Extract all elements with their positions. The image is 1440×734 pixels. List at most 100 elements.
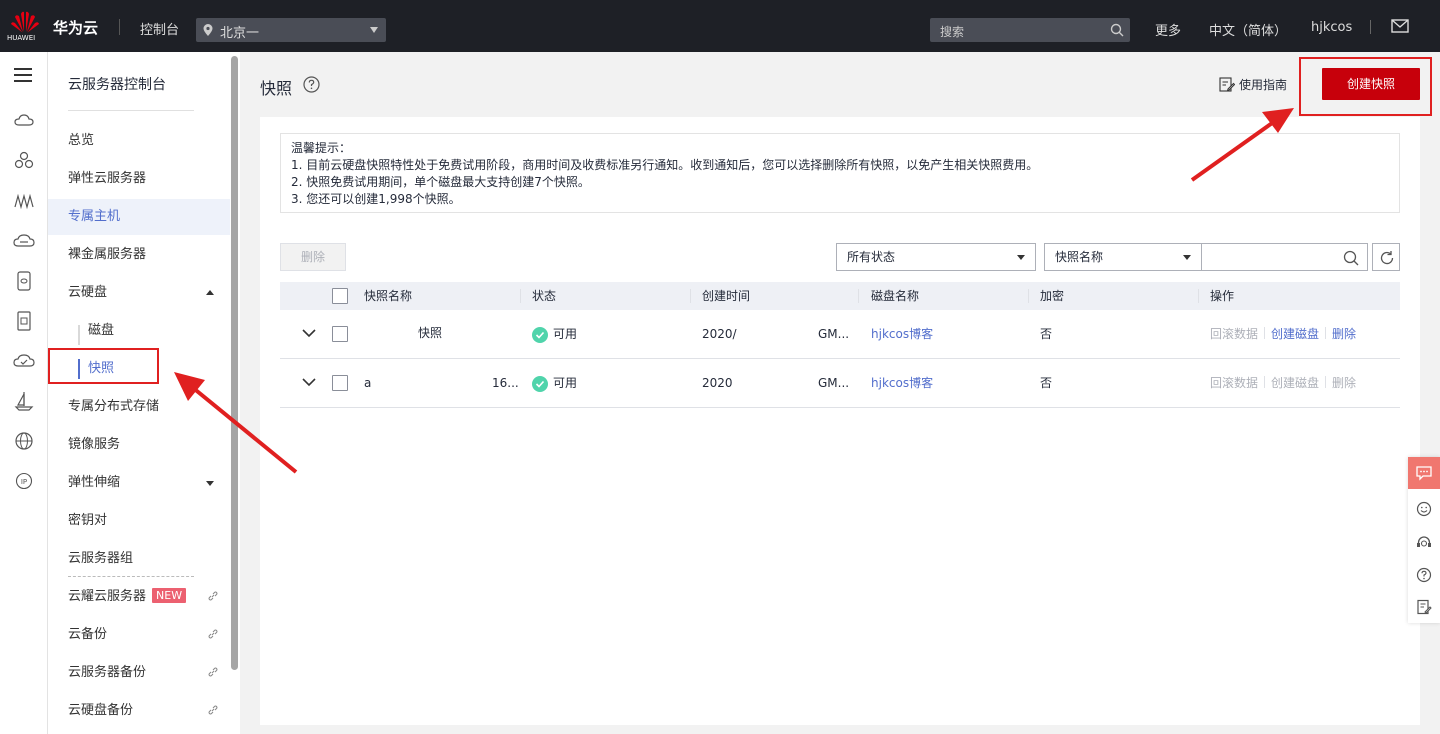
globe-icon[interactable] [13,430,35,452]
sidebar-item-dedicated-host[interactable]: 专属主机 [48,199,230,235]
column-header-disk[interactable]: 磁盘名称 [871,282,919,310]
sidebar-item-cbr[interactable]: 云备份 [48,617,230,653]
console-link[interactable]: 控制台 [140,19,179,38]
cloud-check-icon[interactable] [13,350,35,372]
refresh-icon [1380,251,1394,265]
sidebar-scrollbar[interactable] [231,56,238,670]
sidebar-item-dss[interactable]: 专属分布式存储 [48,389,230,425]
expand-chevron-icon[interactable] [302,328,316,338]
hamburger-menu-icon[interactable] [14,68,32,82]
feedback-button[interactable] [1408,457,1440,489]
floating-toolbar [1408,457,1440,623]
search-icon[interactable] [1110,23,1124,37]
row-checkbox[interactable] [332,326,348,342]
snapshot-panel: 温馨提示： 1. 目前云硬盘快照特性处于免费试用阶段，商用时间及收费标准另行通知… [260,117,1420,725]
service-icon-rail: IP [0,52,48,734]
tips-title: 温馨提示： [291,141,352,155]
rollback-action[interactable]: 回滚数据 [1210,376,1258,390]
search-placeholder: 搜索 [940,25,965,39]
column-header-actions: 操作 [1210,289,1235,303]
more-menu[interactable]: 更多 [1155,20,1181,39]
sidebar-item-as[interactable]: 弹性伸缩 [48,465,230,501]
expand-chevron-icon[interactable] [302,377,316,387]
headset-icon [1417,536,1431,547]
cluster-icon[interactable] [13,150,35,172]
column-header-created[interactable]: 创建时间 [702,282,750,310]
select-all-checkbox[interactable] [332,288,348,304]
storage-icon[interactable] [13,310,35,332]
help-icon[interactable] [303,76,320,93]
status-filter-select[interactable]: 所有状态 [836,243,1036,271]
guide-label: 使用指南 [1239,78,1288,92]
language-selector[interactable]: 中文（简体） [1209,20,1287,39]
page-title: 快照 [260,79,293,98]
tips-box: 温馨提示： 1. 目前云硬盘快照特性处于免费试用阶段，商用时间及收费标准另行通知… [280,133,1400,213]
sidebar-item-ecs[interactable]: 弹性云服务器 [48,161,230,197]
support-button[interactable] [1408,527,1440,559]
smile-feedback-button[interactable] [1408,493,1440,525]
snapshot-search-input[interactable] [1202,243,1368,271]
network-icon[interactable] [13,190,35,212]
sidebar-item-disk[interactable]: 磁盘 [88,313,114,349]
ship-icon[interactable] [13,390,35,412]
delete-action[interactable]: 删除 [1332,327,1356,341]
row-checkbox[interactable] [332,375,348,391]
status-ok-icon [532,376,548,392]
divider [520,289,521,303]
sidebar-item-evs[interactable]: 云硬盘 [48,275,230,311]
region-selector[interactable]: 北京一 [196,18,386,42]
question-icon [1416,567,1432,583]
sidebar-item-ims[interactable]: 镜像服务 [48,427,230,463]
user-menu[interactable]: hjkcos [1311,20,1352,35]
disk-name-link[interactable]: hjkcos博客 [871,359,933,407]
sidebar-item-cloud-phone[interactable]: 云耀云服务器 NEW [48,579,230,615]
status-filter-value: 所有状态 [847,250,896,264]
refresh-button[interactable] [1372,243,1400,271]
delete-action[interactable]: 删除 [1332,376,1356,390]
column-header-status[interactable]: 状态 [532,282,556,310]
created-time-start: 2020 [702,376,733,390]
disk-name-link[interactable]: hjkcos博客 [871,310,933,358]
sidebar-item-label: 云服务器备份 [68,665,147,680]
database-icon[interactable] [13,270,35,292]
create-disk-action[interactable]: 创建磁盘 [1271,376,1319,390]
rollback-action[interactable]: 回滚数据 [1210,327,1258,341]
snapshot-name-start[interactable]: a [364,359,371,407]
external-link-icon [208,629,218,639]
sidebar-item-label: 云耀云服务器 [68,589,147,604]
sidebar-item-bms[interactable]: 裸金属服务器 [48,237,230,273]
faq-button[interactable] [1408,559,1440,591]
user-guide-link[interactable]: 使用指南 [1219,76,1287,93]
annotation-highlight-box [48,348,159,384]
divider [1028,289,1029,303]
sidebar-item-server-group[interactable]: 云服务器组 [48,541,230,577]
divider [690,289,691,303]
batch-delete-button[interactable]: 删除 [280,243,346,271]
search-icon[interactable] [1343,250,1359,266]
create-disk-action[interactable]: 创建磁盘 [1271,327,1319,341]
sidebar-item-disk-backup[interactable]: 云硬盘备份 [48,693,230,729]
global-search-input[interactable]: 搜索 [930,18,1130,42]
encrypted-value: 否 [1040,376,1053,390]
sidebar-item-overview[interactable]: 总览 [48,123,230,159]
cloud-icon[interactable] [13,110,35,132]
sidebar-item-server-backup[interactable]: 云服务器备份 [48,655,230,691]
column-header-name[interactable]: 快照名称 [364,282,412,310]
huawei-flower-icon [11,11,39,33]
divider [1370,20,1371,34]
top-navigation-bar: HUAWEI 华为云 控制台 北京一 搜索 更多 中文（简体） hjkcos [0,0,1440,52]
search-field-select[interactable]: 快照名称 [1044,243,1202,271]
brand-name[interactable]: 华为云 [53,17,98,38]
mail-icon[interactable] [1391,19,1409,33]
created-time-end: GM... [818,327,850,341]
sidebar-item-keypair[interactable]: 密钥对 [48,503,230,539]
snapshot-name[interactable]: 快照 [418,310,442,356]
snapshot-name-end[interactable]: 16... [492,359,519,407]
cloud-server-icon[interactable] [13,230,35,252]
divider [68,110,194,111]
huawei-logo[interactable]: HUAWEI [7,10,40,44]
notes-button[interactable] [1408,591,1440,623]
ip-icon[interactable]: IP [13,470,35,492]
column-header-encrypted[interactable]: 加密 [1040,282,1064,310]
row-actions: 回滚数据 创建磁盘 删除 [1210,359,1356,407]
